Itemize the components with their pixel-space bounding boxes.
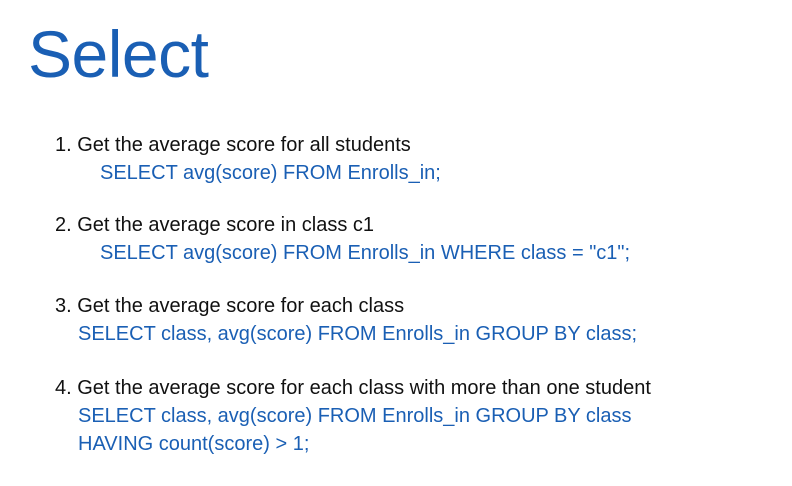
sql-query: SELECT class, avg(score) FROM Enrolls_in… bbox=[78, 323, 638, 345]
slide-title: Select bbox=[28, 17, 209, 91]
sql-query: SELECT avg(score) FROM Enrolls_in; bbox=[100, 162, 441, 184]
sql-query: SELECT avg(score) FROM Enrolls_in WHERE … bbox=[100, 242, 631, 264]
question-text: 2. Get the average score in class c1 bbox=[55, 214, 375, 236]
question-text: 3. Get the average score for each class bbox=[55, 295, 405, 317]
question-text: 1. Get the average score for all student… bbox=[55, 134, 411, 156]
sql-query: SELECT class, avg(score) FROM Enrolls_in… bbox=[78, 405, 632, 427]
question-text: 4. Get the average score for each class … bbox=[55, 377, 651, 399]
sql-query-continuation: HAVING count(score) > 1; bbox=[78, 433, 310, 455]
